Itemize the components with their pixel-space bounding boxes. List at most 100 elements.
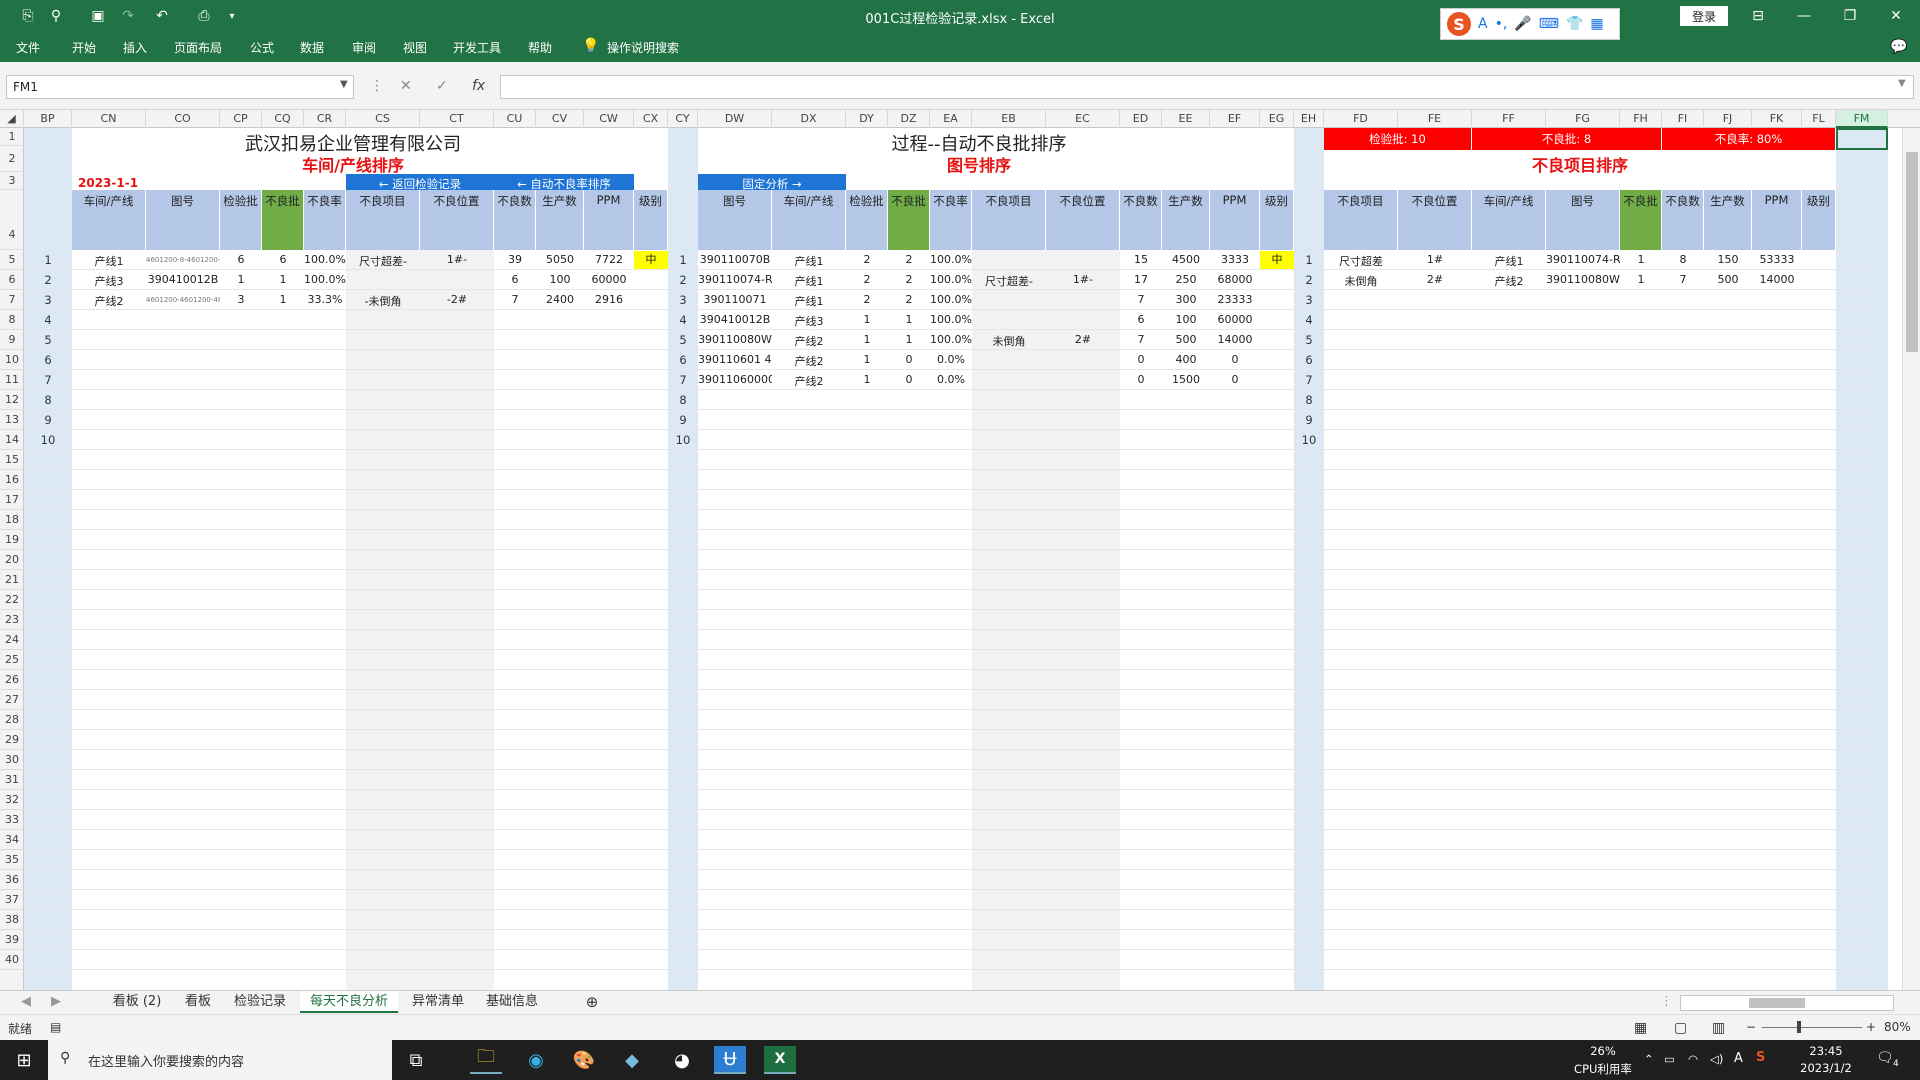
expand-formula-bar-icon[interactable]: ▼ [1898, 78, 1906, 89]
row-header[interactable]: 21 [0, 570, 24, 590]
row-header[interactable]: 1 [0, 128, 24, 146]
table-cell[interactable]: 390110601 40G [698, 353, 772, 369]
row-header[interactable]: 11 [0, 370, 24, 390]
formula-input[interactable] [500, 75, 1914, 99]
table-cell[interactable]: 1 [888, 333, 930, 349]
table-cell[interactable]: 2# [1046, 333, 1120, 349]
column-header[interactable]: FK [1752, 110, 1802, 128]
table-cell[interactable]: 1#- [420, 253, 494, 269]
tab-kanban-2[interactable]: 看板 (2) [104, 991, 170, 1013]
name-box[interactable]: FM1 [6, 75, 354, 99]
ime-mode-icon[interactable]: A [1478, 16, 1488, 32]
page-break-view-icon[interactable]: ▥ [1712, 1020, 1725, 1036]
row-header[interactable]: 29 [0, 730, 24, 750]
table-cell[interactable]: 1 [846, 333, 888, 349]
table-cell[interactable] [420, 273, 494, 289]
volume-icon[interactable]: ◁) [1710, 1052, 1723, 1066]
table-cell[interactable]: 2400 [536, 293, 584, 309]
column-header[interactable]: CP [220, 110, 262, 128]
edge-icon[interactable]: ◉ [520, 1046, 552, 1074]
row-header[interactable]: 25 [0, 650, 24, 670]
table-cell[interactable]: 6 [1120, 313, 1162, 329]
row-header[interactable]: 10 [0, 350, 24, 370]
row-header[interactable]: 30 [0, 750, 24, 770]
table-cell[interactable] [1802, 253, 1836, 269]
table-cell[interactable]: 2 [888, 293, 930, 309]
selected-cell[interactable] [1836, 128, 1888, 150]
add-sheet-icon[interactable]: ⊕ [582, 991, 602, 1013]
horizontal-scrollbar[interactable] [1680, 995, 1894, 1011]
scroll-tabs-left-icon[interactable]: ◀ [18, 991, 34, 1013]
table-cell[interactable]: 未倒角 [972, 333, 1046, 349]
row-header[interactable]: 5 [0, 250, 24, 270]
column-header[interactable]: EE [1162, 110, 1210, 128]
row-header[interactable]: 12 [0, 390, 24, 410]
table-cell[interactable]: 14000 [1210, 333, 1260, 349]
row-header[interactable]: 35 [0, 850, 24, 870]
column-header[interactable]: CQ [262, 110, 304, 128]
toolbox-icon[interactable]: ▦ [1590, 16, 1603, 32]
table-cell[interactable]: 尺寸超差- [972, 273, 1046, 289]
vertical-scroll-thumb[interactable] [1906, 152, 1918, 352]
table-cell[interactable]: 产线2 [72, 293, 146, 309]
table-cell[interactable]: 1 [846, 313, 888, 329]
table-cell[interactable]: 15 [1120, 253, 1162, 269]
table-cell[interactable]: 53333 [1752, 253, 1802, 269]
table-cell[interactable]: 产线1 [772, 253, 846, 269]
taskbar-search-box[interactable]: 在这里输入你要搜索的内容 [48, 1040, 392, 1080]
row-header[interactable]: 17 [0, 490, 24, 510]
column-header[interactable]: FJ [1704, 110, 1752, 128]
table-cell[interactable]: 390110080W [698, 333, 772, 349]
column-header[interactable]: FE [1398, 110, 1472, 128]
column-header[interactable]: EB [972, 110, 1046, 128]
table-cell[interactable]: 1 [888, 313, 930, 329]
excel-icon[interactable]: X [764, 1046, 796, 1074]
skin-icon[interactable]: 👕 [1566, 16, 1583, 32]
table-cell[interactable]: 100.0% [930, 293, 972, 309]
column-header[interactable]: FI [1662, 110, 1704, 128]
keyboard-icon[interactable]: ⌨ [1539, 16, 1559, 32]
chat-app-icon[interactable]: ◕ [666, 1046, 698, 1074]
column-header[interactable]: FM [1836, 110, 1888, 128]
row-header[interactable]: 4 [0, 190, 24, 250]
table-cell[interactable] [1802, 273, 1836, 289]
row-header[interactable]: 37 [0, 890, 24, 910]
table-cell[interactable] [346, 273, 420, 289]
table-cell[interactable] [972, 253, 1046, 269]
table-cell[interactable]: 100.0% [304, 273, 346, 289]
table-cell[interactable]: 0 [1210, 353, 1260, 369]
tell-me-search[interactable]: 操作说明搜索 [607, 39, 679, 56]
horizontal-scroll-thumb[interactable] [1749, 998, 1805, 1008]
table-cell[interactable] [1260, 293, 1294, 309]
row-header[interactable]: 6 [0, 270, 24, 290]
column-header[interactable]: EG [1260, 110, 1294, 128]
show-hidden-icons-icon[interactable]: ⌃ [1644, 1052, 1654, 1066]
table-cell[interactable]: 中 [1260, 251, 1294, 269]
sogou-tray-icon[interactable]: S [1756, 1050, 1765, 1065]
table-cell[interactable]: 0 [888, 353, 930, 369]
table-cell[interactable]: 产线2 [772, 353, 846, 369]
table-cell[interactable]: 1 [262, 273, 304, 289]
table-cell[interactable]: 7 [1120, 333, 1162, 349]
table-cell[interactable]: 39 [494, 253, 536, 269]
table-cell[interactable]: 17 [1120, 273, 1162, 289]
table-cell[interactable] [1260, 353, 1294, 369]
table-cell[interactable]: 0 [888, 373, 930, 389]
row-header[interactable]: 3 [0, 172, 24, 190]
table-cell[interactable]: 7 [1662, 273, 1704, 289]
normal-view-icon[interactable]: ▦ [1634, 1020, 1647, 1036]
table-cell[interactable]: 0 [1120, 353, 1162, 369]
row-header[interactable]: 27 [0, 690, 24, 710]
table-cell[interactable]: 100.0% [930, 313, 972, 329]
table-cell[interactable]: 400 [1162, 353, 1210, 369]
table-cell[interactable]: 390110080W [1546, 273, 1620, 289]
table-cell[interactable] [972, 293, 1046, 309]
table-cell[interactable] [634, 293, 668, 309]
column-header[interactable]: DY [846, 110, 888, 128]
tab-inspection-records[interactable]: 检验记录 [226, 991, 294, 1013]
column-header[interactable]: EA [930, 110, 972, 128]
column-header[interactable]: CT [420, 110, 494, 128]
column-header[interactable]: CV [536, 110, 584, 128]
notification-center-icon[interactable]: 🗨 [1876, 1050, 1894, 1066]
table-cell[interactable] [1046, 293, 1120, 309]
